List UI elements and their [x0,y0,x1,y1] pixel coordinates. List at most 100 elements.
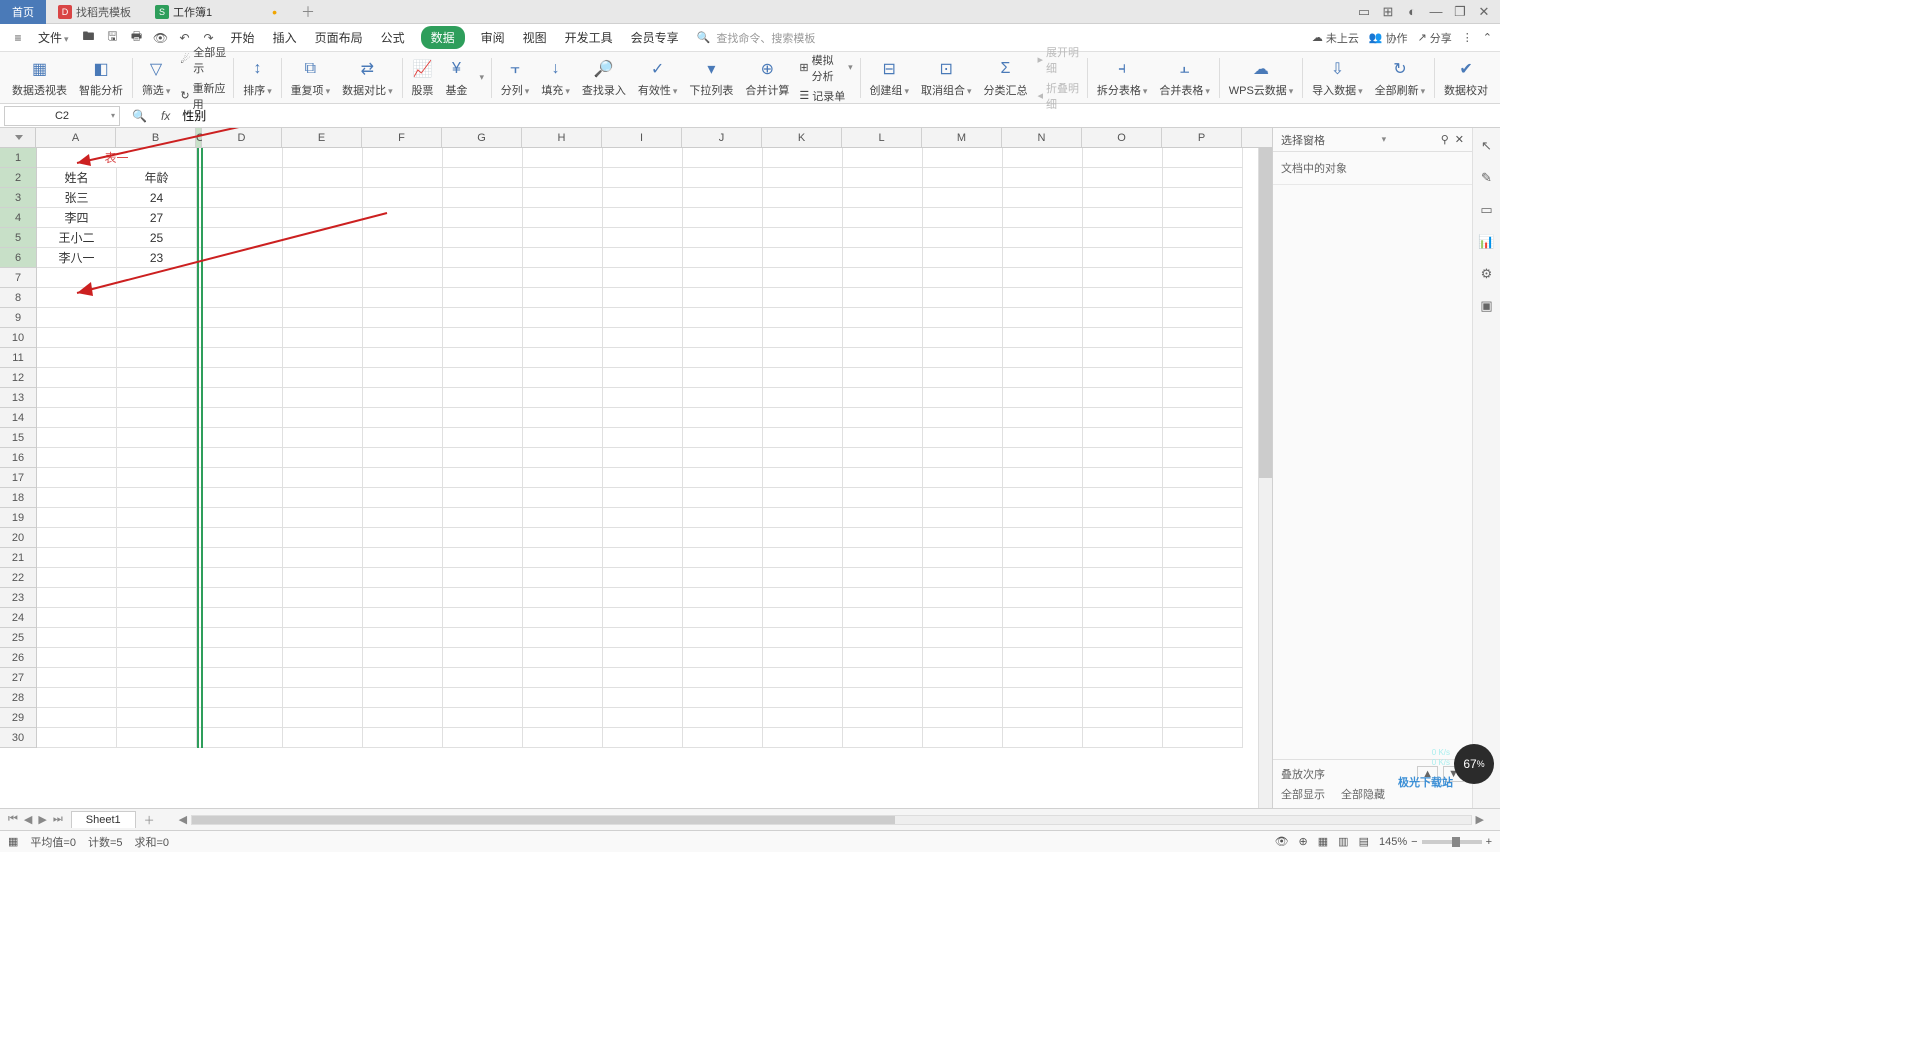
row-header-10[interactable]: 10 [0,328,36,348]
col-header-M[interactable]: M [922,128,1002,147]
cell-B8[interactable] [117,288,197,308]
cell-K17[interactable] [763,468,843,488]
cell-G26[interactable] [443,648,523,668]
tab-dev[interactable]: 开发工具 [563,26,615,49]
cell-J14[interactable] [683,408,763,428]
cell-K12[interactable] [763,368,843,388]
cell-H18[interactable] [523,488,603,508]
cell-N10[interactable] [1003,328,1083,348]
cell-F7[interactable] [363,268,443,288]
cell-M4[interactable] [923,208,1003,228]
cell-E7[interactable] [283,268,363,288]
cell-F10[interactable] [363,328,443,348]
cell-E13[interactable] [283,388,363,408]
cell-E29[interactable] [283,708,363,728]
row-header-18[interactable]: 18 [0,488,36,508]
cell-G6[interactable] [443,248,523,268]
cell-K24[interactable] [763,608,843,628]
cell-F23[interactable] [363,588,443,608]
cell-H17[interactable] [523,468,603,488]
cell-L23[interactable] [843,588,923,608]
cell-I3[interactable] [603,188,683,208]
cell-D28[interactable] [203,688,283,708]
cell-E5[interactable] [283,228,363,248]
cell-O6[interactable] [1083,248,1163,268]
col-header-B[interactable]: B [116,128,196,147]
zoom-slider[interactable] [1422,840,1482,844]
cell-B24[interactable] [117,608,197,628]
cell-L22[interactable] [843,568,923,588]
cell-N7[interactable] [1003,268,1083,288]
col-header-A[interactable]: A [36,128,116,147]
cell-G27[interactable] [443,668,523,688]
row-header-16[interactable]: 16 [0,448,36,468]
cell-G11[interactable] [443,348,523,368]
cell-J20[interactable] [683,528,763,548]
cell-A23[interactable] [37,588,117,608]
cell-N24[interactable] [1003,608,1083,628]
cell-L5[interactable] [843,228,923,248]
row-header-17[interactable]: 17 [0,468,36,488]
cell-E23[interactable] [283,588,363,608]
row-header-25[interactable]: 25 [0,628,36,648]
cell-A29[interactable] [37,708,117,728]
cell-M9[interactable] [923,308,1003,328]
col-header-O[interactable]: O [1082,128,1162,147]
cell-D27[interactable] [203,668,283,688]
cell-A2[interactable]: 姓名 [37,168,117,188]
minimize-icon[interactable]: — [1428,4,1444,20]
tab-workbook[interactable]: S工作簿1• [143,0,289,24]
cell-G3[interactable] [443,188,523,208]
cell-I13[interactable] [603,388,683,408]
cell-H20[interactable] [523,528,603,548]
cell-K10[interactable] [763,328,843,348]
cell-L16[interactable] [843,448,923,468]
cell-B28[interactable] [117,688,197,708]
cell-K18[interactable] [763,488,843,508]
cell-P17[interactable] [1163,468,1243,488]
cell-M24[interactable] [923,608,1003,628]
cell-F28[interactable] [363,688,443,708]
row-header-13[interactable]: 13 [0,388,36,408]
cell-N11[interactable] [1003,348,1083,368]
cell-E1[interactable] [283,148,363,168]
cell-L10[interactable] [843,328,923,348]
cell-D8[interactable] [203,288,283,308]
cell-A5[interactable]: 王小二 [37,228,117,248]
cell-O2[interactable] [1083,168,1163,188]
cell-I14[interactable] [603,408,683,428]
cell-L9[interactable] [843,308,923,328]
cell-N21[interactable] [1003,548,1083,568]
cell-L29[interactable] [843,708,923,728]
cell-P4[interactable] [1163,208,1243,228]
cell-M19[interactable] [923,508,1003,528]
sheet-add[interactable]: ＋ [136,812,163,828]
cell-A9[interactable] [37,308,117,328]
cell-D14[interactable] [203,408,283,428]
row-header-28[interactable]: 28 [0,688,36,708]
cell-H14[interactable] [523,408,603,428]
col-header-I[interactable]: I [602,128,682,147]
cell-N6[interactable] [1003,248,1083,268]
cell-P10[interactable] [1163,328,1243,348]
cell-O20[interactable] [1083,528,1163,548]
cell-K4[interactable] [763,208,843,228]
cell-N30[interactable] [1003,728,1083,748]
cell-H12[interactable] [523,368,603,388]
cell-G5[interactable] [443,228,523,248]
hscroll-thumb[interactable] [192,816,895,824]
cell-F18[interactable] [363,488,443,508]
cell-M20[interactable] [923,528,1003,548]
cell-E21[interactable] [283,548,363,568]
cell-L1[interactable] [843,148,923,168]
cell-O30[interactable] [1083,728,1163,748]
cell-G29[interactable] [443,708,523,728]
cell-J21[interactable] [683,548,763,568]
cell-G25[interactable] [443,628,523,648]
col-header-D[interactable]: D [202,128,282,147]
cell-D5[interactable] [203,228,283,248]
cell-J18[interactable] [683,488,763,508]
cell-K25[interactable] [763,628,843,648]
cell-M23[interactable] [923,588,1003,608]
cell-I26[interactable] [603,648,683,668]
